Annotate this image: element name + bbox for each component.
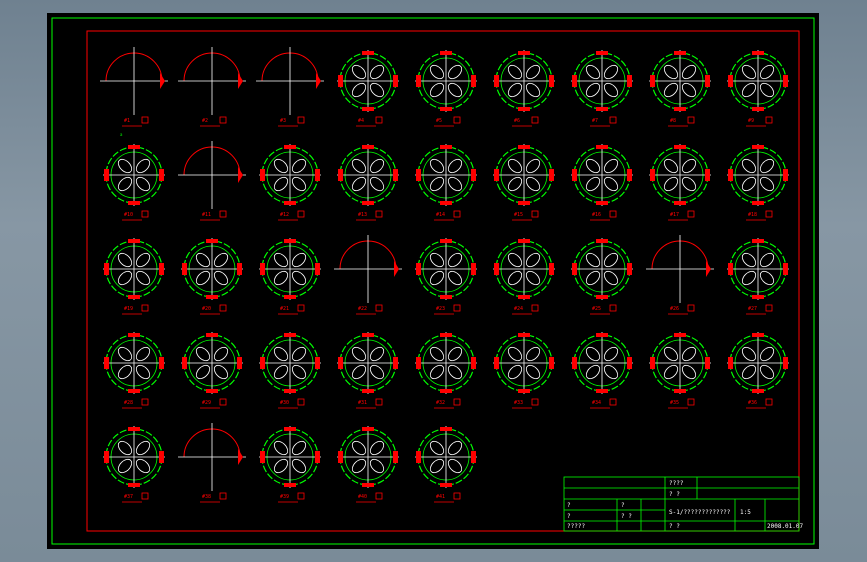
part-label: #36 bbox=[748, 400, 757, 406]
part-label: #39 bbox=[280, 494, 289, 500]
part-label: #5 bbox=[436, 118, 442, 124]
cad-drawing-canvas: #1 a #2 #3 #4 #5 #6 #7 #8 #9 #10 #11 #12 #13 #14 #15 #16… bbox=[51, 17, 815, 545]
part-view: #34 bbox=[571, 332, 633, 409]
part-label: #40 bbox=[358, 494, 367, 500]
part-label: #25 bbox=[592, 306, 601, 312]
part-label: #12 bbox=[280, 212, 289, 218]
part-label: #35 bbox=[670, 400, 679, 406]
part-label: #38 bbox=[202, 494, 211, 500]
part-view: #40 bbox=[337, 426, 399, 503]
part-view: #24 bbox=[493, 238, 555, 315]
part-view: #9 bbox=[727, 50, 789, 127]
part-label: #11 bbox=[202, 212, 211, 218]
part-label: #20 bbox=[202, 306, 211, 312]
part-view: #28 bbox=[103, 332, 165, 409]
part-view: #3 bbox=[256, 47, 324, 127]
part-view: #10 bbox=[103, 144, 165, 221]
part-view: #17 bbox=[649, 144, 711, 221]
drawing-sheet: #1 a #2 #3 #4 #5 #6 #7 #8 #9 #10 #11 #12 #13 #14 #15 #16… bbox=[47, 13, 819, 549]
part-view: #1 a bbox=[100, 47, 168, 137]
part-view: #6 bbox=[493, 50, 555, 127]
part-label: #32 bbox=[436, 400, 445, 406]
part-label: #18 bbox=[748, 212, 757, 218]
part-label: #27 bbox=[748, 306, 757, 312]
part-view: #14 bbox=[415, 144, 477, 221]
part-note: a bbox=[120, 132, 123, 137]
part-label: #19 bbox=[124, 306, 133, 312]
part-label: #1 bbox=[124, 118, 130, 124]
part-view: #4 bbox=[337, 50, 399, 127]
part-label: #16 bbox=[592, 212, 601, 218]
part-label: #9 bbox=[748, 118, 754, 124]
part-label: #7 bbox=[592, 118, 598, 124]
part-view: #29 bbox=[181, 332, 243, 409]
part-view: #37 bbox=[103, 426, 165, 503]
part-label: #30 bbox=[280, 400, 289, 406]
part-view: #2 bbox=[178, 47, 246, 127]
part-label: #17 bbox=[670, 212, 679, 218]
part-view: #20 bbox=[181, 238, 243, 315]
part-label: #21 bbox=[280, 306, 289, 312]
title-block-subheader: ? ? bbox=[669, 491, 680, 498]
part-label: #13 bbox=[358, 212, 367, 218]
part-view: #23 bbox=[415, 238, 477, 315]
part-label: #14 bbox=[436, 212, 445, 218]
part-view: #5 bbox=[415, 50, 477, 127]
part-view: #7 bbox=[571, 50, 633, 127]
part-view: #22 bbox=[334, 235, 402, 315]
title-cell-c: ? bbox=[567, 513, 571, 520]
part-view: #35 bbox=[649, 332, 711, 409]
part-view: #36 bbox=[727, 332, 789, 409]
scale-value: 1:5 bbox=[740, 509, 751, 516]
part-view: #13 bbox=[337, 144, 399, 221]
part-view: #11 bbox=[178, 141, 246, 221]
title-cell-b: ? bbox=[621, 502, 625, 509]
part-label: #31 bbox=[358, 400, 367, 406]
part-label: #8 bbox=[670, 118, 676, 124]
part-label: #6 bbox=[514, 118, 520, 124]
part-view: #31 bbox=[337, 332, 399, 409]
part-label: #41 bbox=[436, 494, 445, 500]
part-view: #39 bbox=[259, 426, 321, 503]
part-view: #12 bbox=[259, 144, 321, 221]
title-cell-f: ? ? bbox=[669, 523, 680, 530]
part-label: #22 bbox=[358, 306, 367, 312]
title-cell-e: ????? bbox=[567, 523, 585, 530]
part-view: #21 bbox=[259, 238, 321, 315]
part-view: #32 bbox=[415, 332, 477, 409]
part-label: #4 bbox=[358, 118, 364, 124]
part-label: #26 bbox=[670, 306, 679, 312]
part-label: #23 bbox=[436, 306, 445, 312]
drawing-date: 2008.01.07 bbox=[767, 523, 804, 530]
part-view: #38 bbox=[178, 423, 246, 503]
part-label: #24 bbox=[514, 306, 523, 312]
part-view: #19 bbox=[103, 238, 165, 315]
part-label: #2 bbox=[202, 118, 208, 124]
part-view: #25 bbox=[571, 238, 633, 315]
part-label: #3 bbox=[280, 118, 286, 124]
title-cell-a: ? bbox=[567, 502, 571, 509]
title-cell-d: ? ? bbox=[621, 513, 632, 520]
part-view: #27 bbox=[727, 238, 789, 315]
part-view: #15 bbox=[493, 144, 555, 221]
part-label: #28 bbox=[124, 400, 133, 406]
part-label: #37 bbox=[124, 494, 133, 500]
part-view: #26 bbox=[646, 235, 714, 315]
part-label: #33 bbox=[514, 400, 523, 406]
part-view: #41 bbox=[415, 426, 477, 503]
title-block-text: ???? ? ? S-1/????????????? 1:5 2008.01.0… bbox=[567, 480, 804, 530]
part-label: #29 bbox=[202, 400, 211, 406]
part-view: #8 bbox=[649, 50, 711, 127]
part-label: #15 bbox=[514, 212, 523, 218]
title-block-header: ???? bbox=[669, 480, 684, 487]
parts-layer: #1 a #2 #3 #4 #5 #6 #7 #8 #9 #10 #11 #12 #13 #14 #15 #16… bbox=[100, 47, 789, 503]
part-view: #30 bbox=[259, 332, 321, 409]
part-label: #10 bbox=[124, 212, 133, 218]
part-view: #18 bbox=[727, 144, 789, 221]
part-label: #34 bbox=[592, 400, 601, 406]
part-view: #33 bbox=[493, 332, 555, 409]
part-view: #16 bbox=[571, 144, 633, 221]
drawing-title: S-1/????????????? bbox=[669, 509, 731, 516]
